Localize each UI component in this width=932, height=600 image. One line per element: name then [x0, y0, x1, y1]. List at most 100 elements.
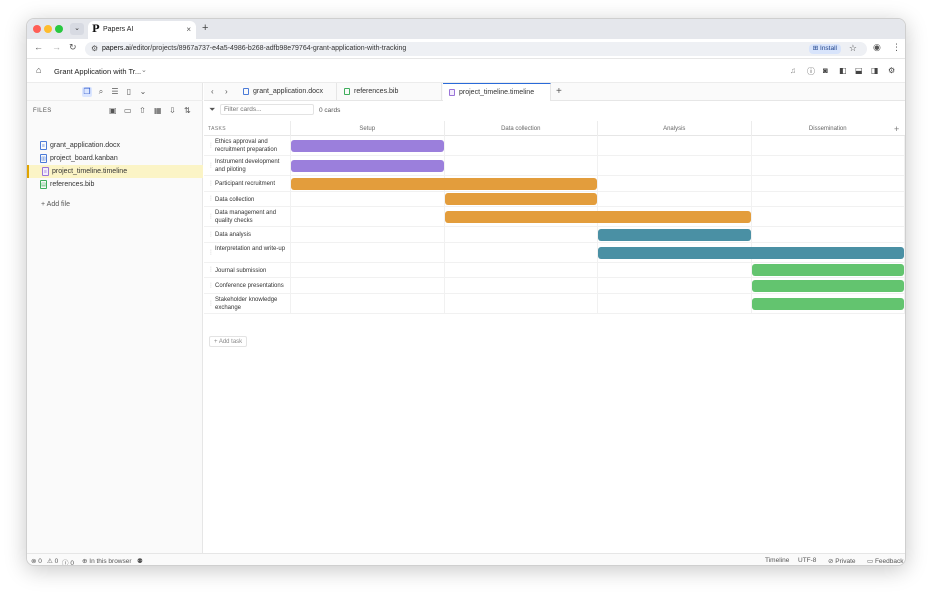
bell-icon[interactable]: ♫ — [790, 66, 796, 75]
task-label[interactable]: Stakeholder knowledge exchange — [215, 296, 287, 312]
task-bar[interactable] — [598, 246, 904, 259]
drag-handle-icon[interactable]: ⋮ — [208, 162, 214, 169]
filter-cards-input[interactable] — [220, 104, 314, 115]
forward-arrow-icon[interactable]: → — [52, 42, 61, 52]
discord-icon[interactable]: ◙ — [823, 66, 828, 75]
download-icon[interactable]: ⇩ — [169, 106, 176, 115]
info-status[interactable]: ⓘ 0 — [62, 557, 74, 565]
drag-handle-icon[interactable]: ⋮ — [208, 231, 214, 238]
task-row[interactable]: ⋮ Data analysis — [204, 227, 905, 243]
task-label[interactable]: Participant recruitment — [215, 180, 287, 188]
task-row[interactable]: ⋮ Instrument development and piloting — [204, 156, 905, 176]
chevron-right-icon[interactable]: › — [225, 87, 228, 96]
task-row[interactable]: ⋮ Interpretation and write-up — [204, 243, 905, 263]
book-icon[interactable]: ▯ — [124, 87, 134, 97]
files-view-icon[interactable]: ❐ — [82, 87, 92, 97]
browser-menu-icon[interactable]: ⋮ — [892, 42, 901, 53]
install-app-button[interactable]: ⊞ Install — [808, 44, 841, 54]
outline-icon[interactable]: ☰ — [110, 87, 120, 97]
reload-icon[interactable]: ↻ — [69, 42, 77, 53]
back-arrow-icon[interactable]: ← — [34, 42, 43, 52]
help-icon[interactable]: ⓘ — [807, 66, 815, 77]
task-label[interactable]: Data management and quality checks — [215, 209, 287, 225]
task-bar[interactable] — [751, 264, 904, 277]
task-row[interactable]: ⋮ Conference presentations — [204, 278, 905, 294]
task-bar[interactable] — [444, 211, 751, 223]
profile-icon[interactable]: ◉ — [873, 42, 881, 53]
bottom-panel-icon[interactable]: ⬓ — [855, 66, 863, 75]
editor-tab-project-timeline[interactable]: project_timeline.timeline — [443, 83, 551, 101]
task-label[interactable]: Conference presentations — [215, 282, 287, 290]
task-bar[interactable] — [444, 193, 597, 206]
address-bar[interactable]: ⚙ papers.ai/editor/projects/8967a737-e4a… — [85, 42, 867, 56]
add-tab-button[interactable]: + — [556, 86, 562, 97]
editor-tab-references[interactable]: references.bib — [338, 83, 442, 101]
task-bar[interactable] — [291, 177, 597, 190]
add-file-button[interactable]: + Add file — [41, 201, 70, 208]
file-item[interactable]: ▥ project_board.kanban — [27, 152, 203, 165]
task-row[interactable]: ⋮ Participant recruitment — [204, 176, 905, 192]
drag-handle-icon[interactable]: ⋮ — [208, 300, 214, 307]
task-bar[interactable] — [751, 279, 904, 292]
browser-storage-status[interactable]: ⊕ In this browser — [82, 557, 132, 565]
left-panel-icon[interactable]: ◧ — [839, 66, 847, 75]
home-icon[interactable]: ⌂ — [36, 65, 41, 75]
settings-gear-icon[interactable]: ⚙ — [888, 66, 895, 75]
drag-handle-icon[interactable]: ⋮ — [208, 249, 214, 256]
task-label[interactable]: Journal submission — [215, 267, 287, 275]
close-icon[interactable]: × — [186, 25, 191, 34]
task-bar[interactable] — [291, 160, 444, 172]
new-folder-icon[interactable]: ▭ — [124, 106, 132, 115]
task-bar[interactable] — [291, 140, 444, 152]
sort-icon[interactable]: ⇅ — [184, 106, 191, 115]
task-label[interactable]: Data collection — [215, 196, 287, 204]
upload-icon[interactable]: ⇧ — [139, 106, 146, 115]
file-item[interactable]: ≡ grant_application.docx — [27, 139, 203, 152]
chevron-down-icon[interactable]: ⌄ — [138, 87, 148, 97]
add-phase-button[interactable]: + — [894, 124, 899, 134]
errors-status[interactable]: ⊗ 0 — [31, 557, 42, 565]
chevron-down-icon[interactable]: ⌄ — [141, 66, 147, 74]
warnings-status[interactable]: ⚠ 0 — [47, 557, 58, 565]
new-file-icon[interactable]: ▣ — [109, 106, 117, 115]
site-info-icon[interactable]: ⚙ — [91, 44, 98, 53]
view-mode-status[interactable]: Timeline — [765, 557, 789, 564]
bookmark-star-icon[interactable]: ☆ — [849, 43, 857, 54]
drag-handle-icon[interactable]: ⋮ — [208, 282, 214, 289]
drag-handle-icon[interactable]: ⋮ — [208, 142, 214, 149]
task-label[interactable]: Data analysis — [215, 231, 287, 239]
calendar-icon[interactable]: ▦ — [154, 106, 162, 115]
task-row[interactable]: ⋮ Data management and quality checks — [204, 207, 905, 227]
filter-icon[interactable]: ⏷ — [209, 105, 215, 115]
editor-tab-grant-application[interactable]: grant_application.docx — [237, 83, 337, 101]
task-row[interactable]: ⋮ Ethics approval and recruitment prepara… — [204, 136, 905, 156]
drag-handle-icon[interactable]: ⋮ — [208, 266, 214, 273]
drag-handle-icon[interactable]: ⋮ — [208, 195, 214, 202]
url-text[interactable]: papers.ai/editor/projects/8967a737-e4a5-… — [102, 45, 406, 52]
search-icon[interactable]: ⌕ — [96, 87, 106, 97]
feedback-button[interactable]: ▭ Feedback — [867, 557, 904, 565]
project-title[interactable]: Grant Application with Tr... — [54, 67, 141, 76]
drag-handle-icon[interactable]: ⋮ — [208, 213, 214, 220]
chevron-left-icon[interactable]: ‹ — [211, 87, 214, 96]
task-row[interactable]: ⋮ Journal submission — [204, 263, 905, 278]
task-label[interactable]: Instrument development and piloting — [215, 158, 287, 174]
new-tab-button[interactable]: + — [202, 22, 208, 34]
task-row[interactable]: ⋮ Data collection — [204, 192, 905, 207]
tab-search-chevron-icon[interactable]: ⌄ — [70, 23, 84, 35]
task-label[interactable]: Interpretation and write-up — [215, 245, 287, 253]
minimize-window-button[interactable] — [44, 25, 52, 33]
task-bar[interactable] — [598, 228, 751, 241]
encoding-status[interactable]: UTF-8 — [798, 557, 816, 564]
add-task-button[interactable]: + Add task — [209, 336, 248, 347]
close-window-button[interactable] — [33, 25, 41, 33]
file-item[interactable]: ▤ references.bib — [27, 178, 203, 191]
bug-icon[interactable]: ⚉ — [137, 557, 143, 565]
task-bar[interactable] — [751, 297, 904, 310]
task-row[interactable]: ⋮ Stakeholder knowledge exchange — [204, 294, 905, 314]
right-panel-icon[interactable]: ◨ — [871, 66, 879, 75]
privacy-status[interactable]: ⊘ Private — [828, 557, 856, 565]
task-label[interactable]: Ethics approval and recruitment preparat… — [215, 138, 287, 154]
drag-handle-icon[interactable]: ⋮ — [208, 180, 214, 187]
browser-tab-papers-ai[interactable]: P Papers AI × — [88, 21, 196, 39]
